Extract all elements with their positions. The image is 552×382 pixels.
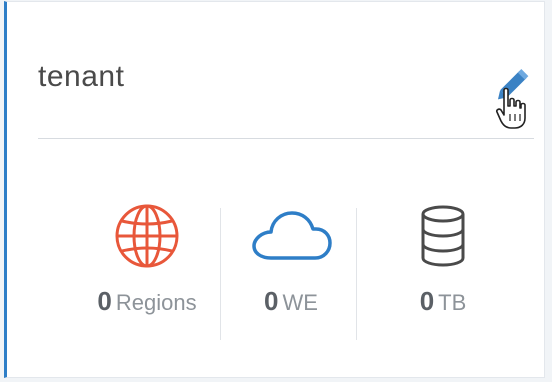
we-label: WE [282,290,318,315]
stat-we: 0 WE [226,200,356,350]
tb-label: TB [438,290,467,315]
database-icon [421,205,465,267]
stat-separator [220,208,221,340]
edit-button[interactable] [490,64,530,134]
stats-row: 0 Regions 0 WE 0 TB [38,200,534,350]
pencil-icon [496,69,529,129]
stat-regions: 0 Regions [72,200,222,350]
regions-label: Regions [115,290,197,315]
frame: tenant 0 Regions 0 WE 0 TB [0,0,552,382]
cloud-icon [252,211,332,260]
card-header: tenant [38,60,530,140]
tb-count: 0 [419,286,435,316]
header-divider [38,138,534,139]
stat-tb: 0 TB [378,200,508,350]
we-count: 0 [264,286,279,316]
globe-icon [115,204,179,268]
stat-separator [356,208,357,340]
card-title: tenant [38,60,125,93]
regions-count: 0 [97,286,112,316]
